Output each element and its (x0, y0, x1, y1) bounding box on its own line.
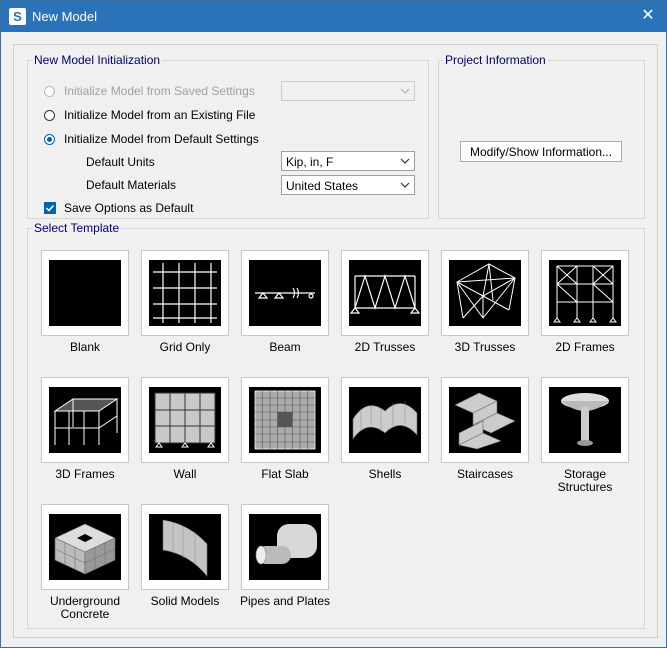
solid-icon (149, 514, 221, 580)
blank-icon (49, 260, 121, 326)
template-3d-frames[interactable] (41, 377, 129, 463)
checkmark-icon (45, 204, 55, 212)
template-underground-concrete[interactable] (41, 504, 129, 590)
project-group: Project Information Modify/Show Informat… (438, 53, 645, 219)
radio-default-label: Initialize Model from Default Settings (64, 132, 259, 146)
template-2d-frames[interactable] (541, 250, 629, 336)
beam-icon (249, 260, 321, 326)
truss-2d-icon (349, 260, 421, 326)
storage-icon (549, 387, 621, 453)
units-select[interactable]: Kip, in, F (281, 151, 415, 171)
modify-show-info-button[interactable]: Modify/Show Information... (460, 141, 622, 162)
staircase-icon (449, 387, 521, 453)
template-3d-trusses[interactable] (441, 250, 529, 336)
radio-existing-file[interactable]: Initialize Model from an Existing File (44, 106, 255, 124)
truss-3d-icon (449, 260, 521, 326)
template-label: Storage Structures (557, 467, 613, 494)
template-beam[interactable] (241, 250, 329, 336)
radio-saved-button (44, 85, 55, 97)
saved-settings-select (281, 81, 415, 101)
chevron-down-icon (400, 182, 410, 188)
template-staircases[interactable] (441, 377, 529, 463)
app-logo-icon: S (9, 8, 26, 25)
save-default-label: Save Options as Default (64, 201, 194, 215)
radio-saved-settings: Initialize Model from Saved Settings (44, 82, 255, 100)
units-label: Default Units (86, 155, 155, 169)
radio-default-button[interactable] (44, 133, 55, 145)
template-label: Staircases (456, 467, 514, 481)
template-solid-models[interactable] (141, 504, 229, 590)
template-pipes-and-plates[interactable] (241, 504, 329, 590)
window-title: New Model (32, 9, 98, 24)
shells-icon (349, 387, 421, 453)
frame-3d-icon (49, 387, 121, 453)
radio-default-settings[interactable]: Initialize Model from Default Settings (44, 130, 259, 148)
underground-icon (49, 514, 121, 580)
template-label: Flat Slab (261, 467, 309, 481)
init-group: New Model Initialization Initialize Mode… (27, 53, 429, 219)
materials-select[interactable]: United States (281, 175, 415, 195)
template-2d-trusses[interactable] (341, 250, 429, 336)
close-button[interactable]: ✕ (636, 5, 660, 27)
template-label: Grid Only (159, 340, 211, 354)
template-label: Wall (173, 467, 197, 481)
radio-saved-label: Initialize Model from Saved Settings (64, 84, 255, 98)
flat-slab-icon (249, 387, 321, 453)
template-label: Shells (368, 467, 402, 481)
units-value: Kip, in, F (286, 155, 334, 169)
template-label: Blank (69, 340, 101, 354)
dialog-body: New Model Initialization Initialize Mode… (13, 44, 658, 638)
template-grid-only[interactable] (141, 250, 229, 336)
save-default-checkbox[interactable] (44, 202, 56, 214)
template-label: Pipes and Plates (239, 594, 331, 608)
template-legend: Select Template (34, 221, 120, 235)
template-label: 3D Frames (55, 467, 115, 481)
save-default-row[interactable]: Save Options as Default (44, 199, 193, 217)
template-wall[interactable] (141, 377, 229, 463)
template-label: Beam (269, 340, 301, 354)
template-flat-slab[interactable] (241, 377, 329, 463)
wall-icon (149, 387, 221, 453)
template-label: 2D Frames (555, 340, 615, 354)
template-label: 3D Trusses (454, 340, 516, 354)
frame-2d-icon (549, 260, 621, 326)
radio-existing-button[interactable] (44, 109, 55, 121)
materials-label: Default Materials (86, 178, 177, 192)
chevron-down-icon (400, 88, 410, 94)
init-legend: New Model Initialization (34, 53, 161, 67)
template-label: 2D Trusses (354, 340, 416, 354)
materials-value: United States (286, 179, 359, 193)
project-legend: Project Information (445, 53, 546, 67)
title-bar: S New Model ✕ (1, 1, 666, 32)
template-group: Select Template Blank Grid Only Beam 2D … (27, 221, 645, 629)
new-model-dialog: S New Model ✕ New Model Initialization I… (0, 0, 667, 648)
template-storage-structures[interactable] (541, 377, 629, 463)
pipes-icon (249, 514, 321, 580)
template-label: Solid Models (150, 594, 220, 608)
template-blank[interactable] (41, 250, 129, 336)
template-shells[interactable] (341, 377, 429, 463)
template-label: Underground Concrete (49, 594, 121, 621)
radio-existing-label: Initialize Model from an Existing File (64, 108, 256, 122)
grid-icon (149, 260, 221, 326)
chevron-down-icon (400, 158, 410, 164)
